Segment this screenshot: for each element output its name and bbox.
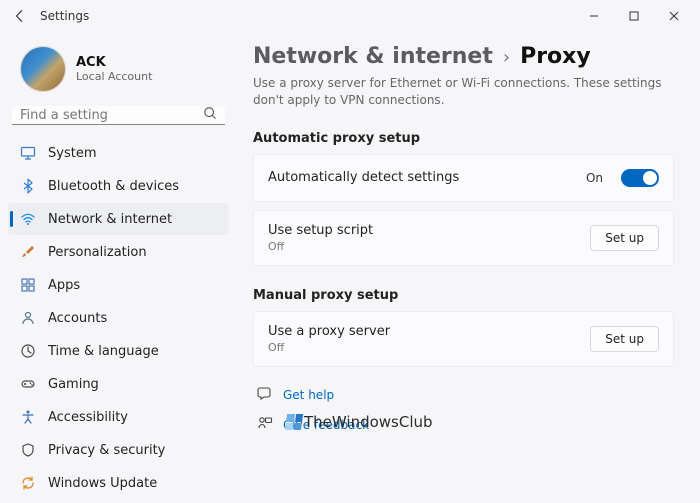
- window-controls: [574, 2, 694, 30]
- sidebar-item-label: System: [48, 146, 96, 161]
- sidebar-item-gaming[interactable]: Gaming: [8, 368, 229, 400]
- sidebar-item-label: Accounts: [48, 311, 107, 326]
- close-button[interactable]: [654, 2, 694, 30]
- search-input[interactable]: [20, 108, 203, 123]
- auto-detect-label: Automatically detect settings: [268, 170, 574, 185]
- accessibility-icon: [20, 409, 36, 425]
- gamepad-icon: [20, 376, 36, 392]
- sidebar-item-apps[interactable]: Apps: [8, 269, 229, 301]
- sidebar-item-label: Time & language: [48, 344, 159, 359]
- update-icon: [20, 475, 36, 491]
- manual-proxy-label: Use a proxy server: [268, 324, 578, 339]
- breadcrumb: Network & internet › Proxy: [253, 44, 674, 69]
- breadcrumb-parent[interactable]: Network & internet: [253, 44, 493, 69]
- brush-icon: [20, 244, 36, 260]
- wifi-icon: [20, 211, 36, 227]
- auto-detect-card[interactable]: Automatically detect settings On: [253, 154, 674, 202]
- get-help-row[interactable]: Get help: [253, 385, 674, 405]
- sidebar-item-label: Apps: [48, 278, 80, 293]
- sidebar-item-accessibility[interactable]: Accessibility: [8, 401, 229, 433]
- manual-proxy-sub: Off: [268, 341, 578, 354]
- search-icon: [203, 106, 217, 124]
- help-icon: [257, 385, 273, 405]
- person-icon: [20, 310, 36, 326]
- auto-detect-toggle[interactable]: [621, 169, 659, 187]
- profile-sub: Local Account: [76, 70, 152, 83]
- main-pane: Network & internet › Proxy Use a proxy s…: [235, 32, 700, 503]
- give-feedback-row[interactable]: Give feedback: [253, 415, 674, 435]
- sidebar-item-bluetooth-devices[interactable]: Bluetooth & devices: [8, 170, 229, 202]
- give-feedback-link[interactable]: Give feedback: [283, 418, 369, 432]
- manual-proxy-button[interactable]: Set up: [590, 326, 659, 352]
- sidebar-item-time-language[interactable]: Time & language: [8, 335, 229, 367]
- grid-icon: [20, 277, 36, 293]
- setup-script-card: Use setup script Off Set up: [253, 210, 674, 266]
- sidebar: ACK Local Account System Bluetooth & devi…: [0, 32, 235, 503]
- chevron-right-icon: ›: [503, 47, 510, 68]
- setup-script-sub: Off: [268, 240, 578, 253]
- shield-icon: [20, 442, 36, 458]
- minimize-button[interactable]: [574, 2, 614, 30]
- section-auto-title: Automatic proxy setup: [253, 131, 674, 146]
- sidebar-item-label: Bluetooth & devices: [48, 179, 179, 194]
- profile-name: ACK: [76, 55, 152, 70]
- sidebar-item-label: Windows Update: [48, 476, 157, 491]
- sidebar-item-label: Accessibility: [48, 410, 128, 425]
- titlebar: Settings: [0, 0, 700, 32]
- sidebar-item-personalization[interactable]: Personalization: [8, 236, 229, 268]
- maximize-button[interactable]: [614, 2, 654, 30]
- page-description: Use a proxy server for Ethernet or Wi-Fi…: [253, 75, 674, 109]
- clock-icon: [20, 343, 36, 359]
- bluetooth-icon: [20, 178, 36, 194]
- search-box[interactable]: [12, 106, 225, 125]
- setup-script-label: Use setup script: [268, 223, 578, 238]
- sidebar-item-label: Personalization: [48, 245, 147, 260]
- get-help-link[interactable]: Get help: [283, 388, 334, 402]
- sidebar-item-label: Network & internet: [48, 212, 172, 227]
- avatar: [20, 46, 66, 92]
- sidebar-item-system[interactable]: System: [8, 137, 229, 169]
- sidebar-nav: System Bluetooth & devices Network & inter…: [8, 137, 229, 499]
- sidebar-item-windows-update[interactable]: Windows Update: [8, 467, 229, 499]
- page-title: Proxy: [520, 44, 591, 69]
- window-title: Settings: [40, 9, 89, 23]
- profile-block[interactable]: ACK Local Account: [8, 38, 229, 102]
- sidebar-item-label: Gaming: [48, 377, 99, 392]
- auto-detect-state: On: [586, 171, 603, 185]
- sidebar-item-network-internet[interactable]: Network & internet: [8, 203, 229, 235]
- back-button[interactable]: [6, 2, 34, 30]
- setup-script-button[interactable]: Set up: [590, 225, 659, 251]
- monitor-icon: [20, 145, 36, 161]
- sidebar-item-label: Privacy & security: [48, 443, 165, 458]
- feedback-icon: [257, 415, 273, 435]
- sidebar-item-privacy-security[interactable]: Privacy & security: [8, 434, 229, 466]
- manual-proxy-card: Use a proxy server Off Set up: [253, 311, 674, 367]
- section-manual-title: Manual proxy setup: [253, 288, 674, 303]
- sidebar-item-accounts[interactable]: Accounts: [8, 302, 229, 334]
